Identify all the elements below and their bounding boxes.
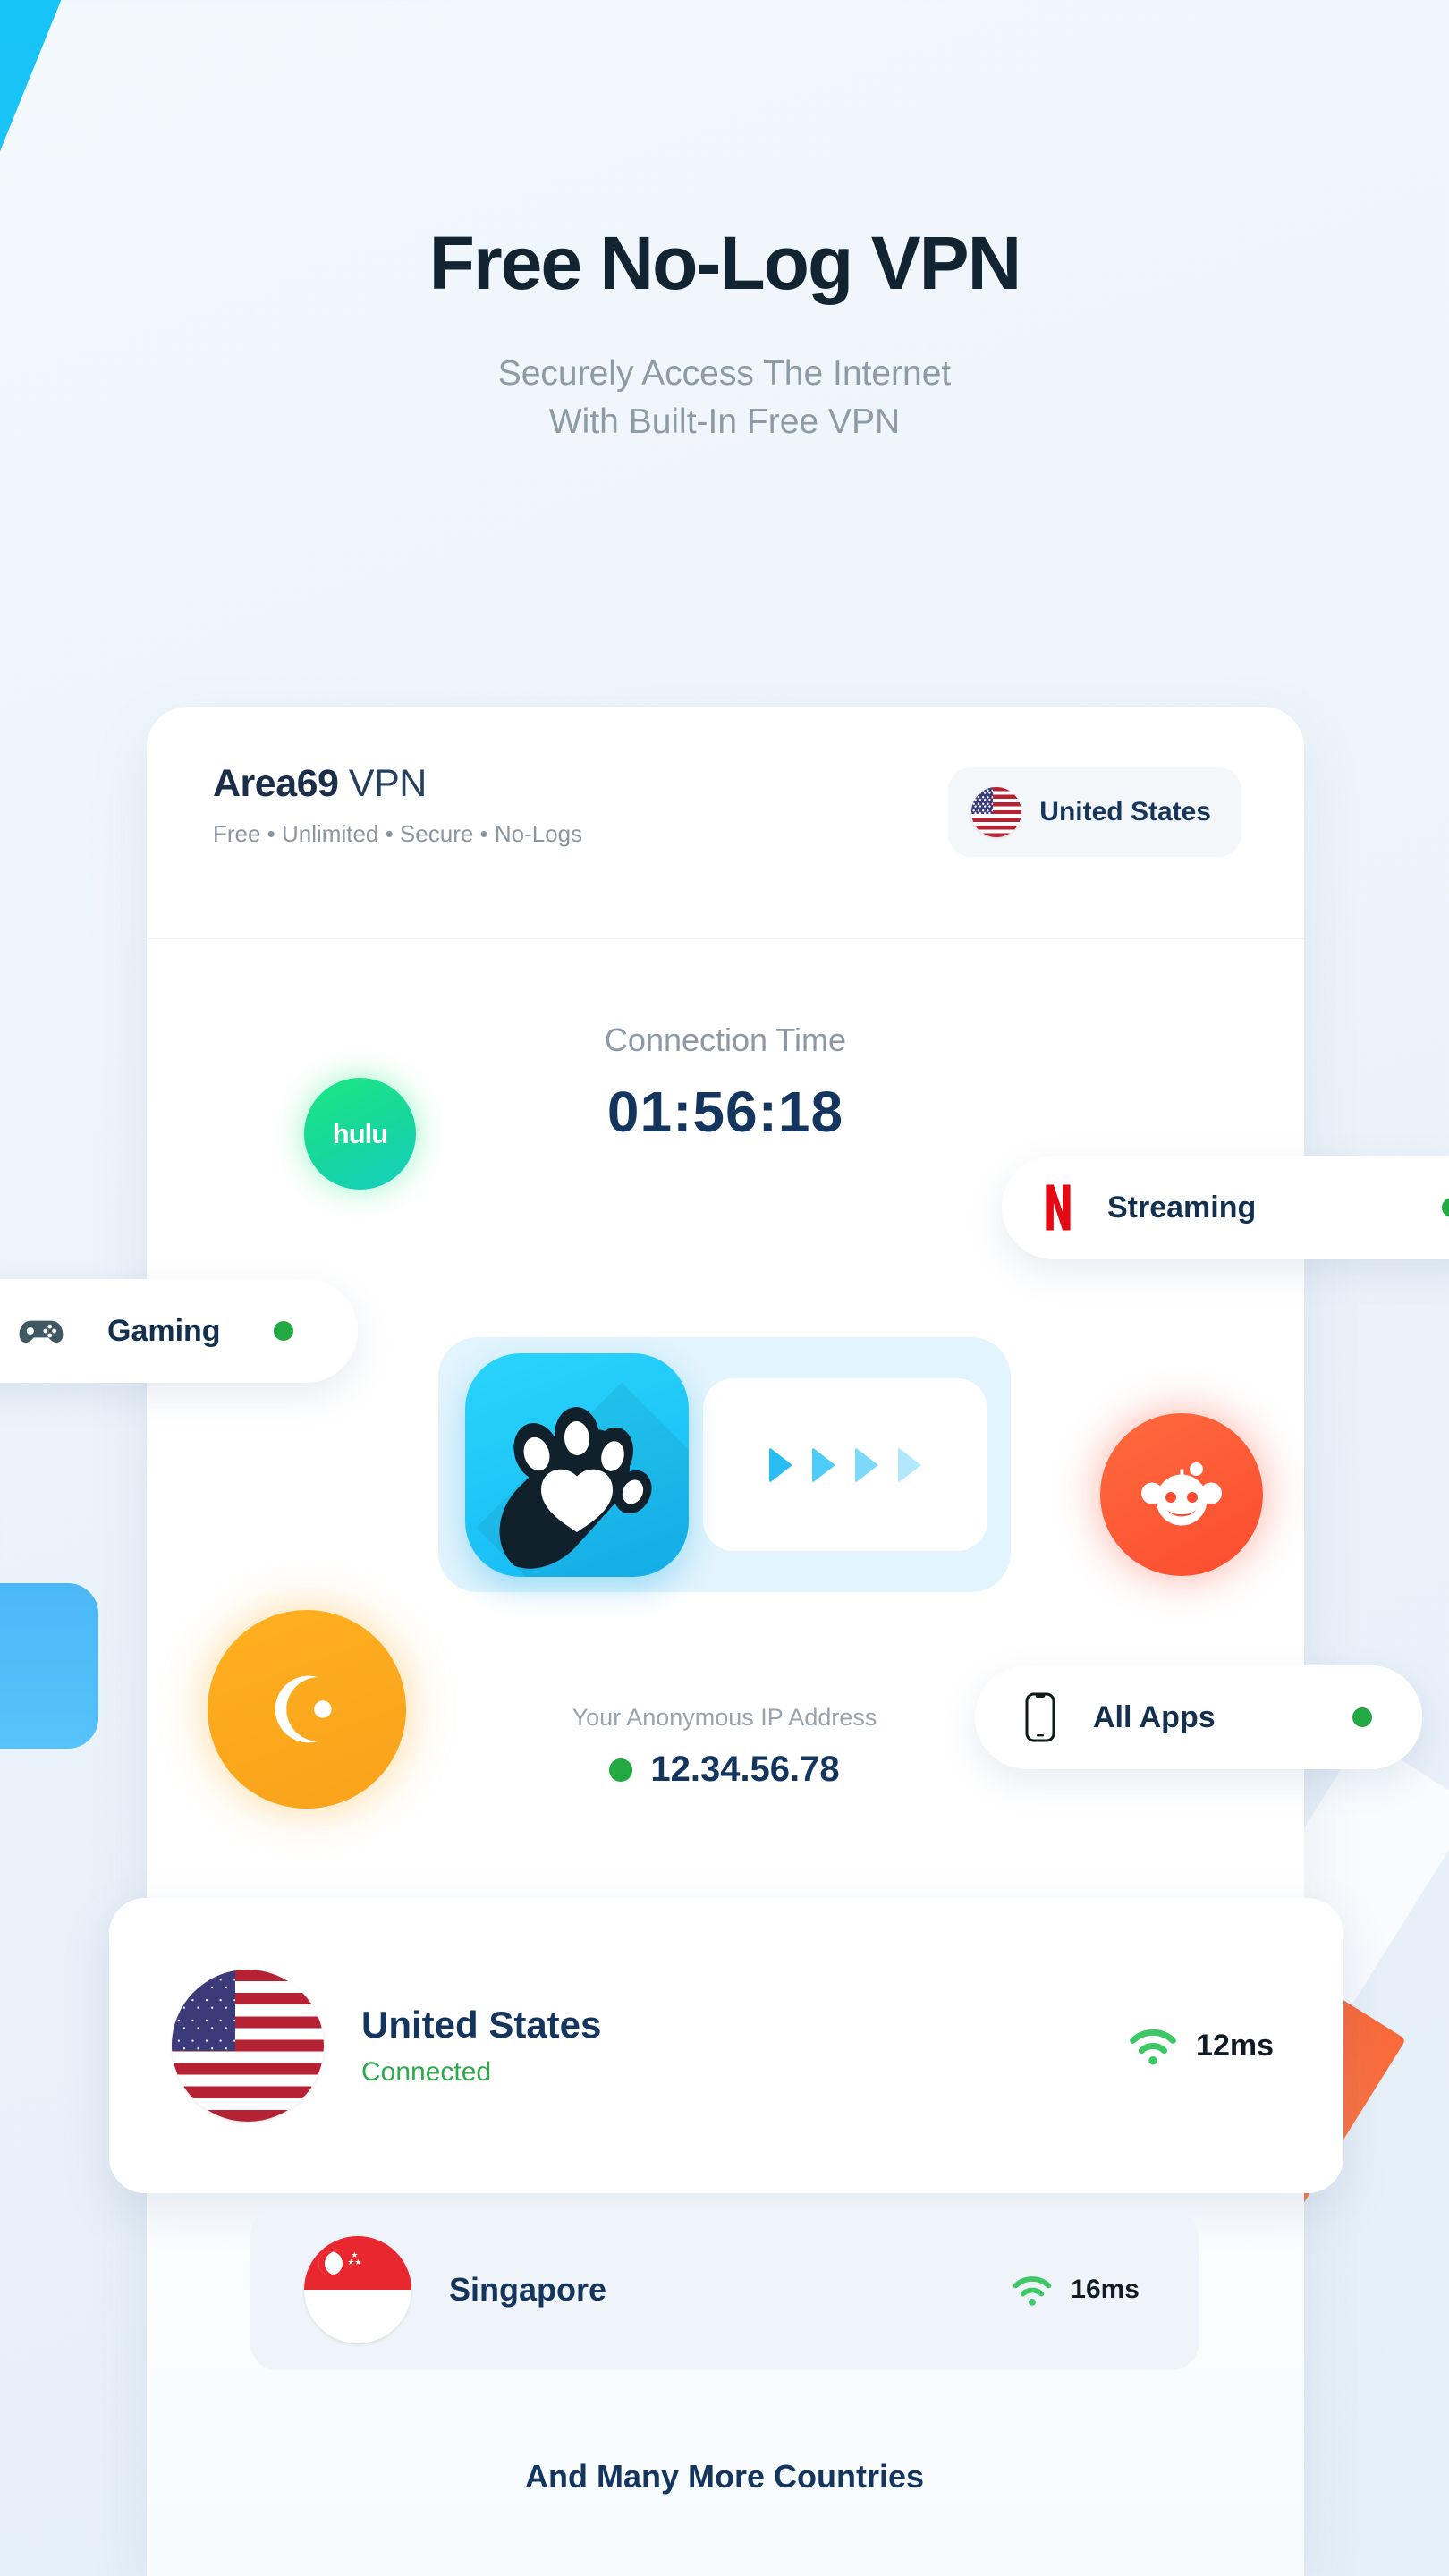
page-subtitle-line-2: With Built-In Free VPN: [548, 402, 901, 441]
hero-section: Free No-Log VPN Securely Access The Inte…: [0, 0, 1449, 446]
page-subtitle: Securely Access The Internet With Built-…: [0, 350, 1449, 446]
server-status: Connected: [361, 2057, 492, 2087]
us-flag-icon: [971, 787, 1022, 837]
brand-title: Area69 VPN: [213, 762, 582, 806]
page-title: Free No-Log VPN: [428, 221, 1022, 305]
wifi-icon: [1130, 2029, 1176, 2065]
brand-tagline: Free • Unlimited • Secure • No-Logs: [213, 820, 583, 847]
pill-streaming[interactable]: Streaming: [1002, 1156, 1449, 1259]
hulu-label: hulu: [332, 1117, 388, 1149]
server-ping-block: 12ms: [1128, 2025, 1274, 2066]
play-arrow-icon-1: [769, 1446, 792, 1483]
brand-block: Area69 VPN Free • Unlimited • Secure • N…: [213, 762, 582, 848]
server-name: Singapore: [449, 2271, 607, 2308]
us-flag-icon: [172, 1970, 324, 2122]
anonymous-ip-label: Your Anonymous IP Address: [572, 1704, 877, 1731]
wifi-icon: [1013, 2276, 1052, 2306]
server-text-block: United States Connected: [361, 2004, 1128, 2088]
server-row-singapore[interactable]: ★ ★★ Singapore 16ms: [250, 2209, 1199, 2370]
anonymous-ip-row: 12.34.56.78: [0, 1750, 1449, 1790]
vpn-app-widget[interactable]: [438, 1337, 1011, 1592]
server-row-united-states[interactable]: United States Connected 12ms: [109, 1898, 1343, 2193]
country-selector-pill[interactable]: United States: [948, 767, 1241, 857]
gamepad-icon: [19, 1320, 64, 1343]
page-subtitle-line-1: Securely Access The Internet: [497, 354, 952, 393]
anonymous-ip-block: Your Anonymous IP Address 12.34.56.78: [0, 1704, 1449, 1790]
paw-app-icon[interactable]: [465, 1352, 689, 1577]
ip-status-dot: [609, 1758, 633, 1782]
connection-time-label: Connection Time: [604, 1021, 847, 1058]
server-ping-value: 12ms: [1196, 2028, 1274, 2063]
brand-suffix: VPN: [348, 762, 427, 805]
brand-name: Area69: [213, 762, 339, 805]
app-card-header: Area69 VPN Free • Unlimited • Secure • N…: [147, 707, 1304, 939]
netflix-icon: [1046, 1184, 1071, 1231]
reddit-badge-icon: [1100, 1413, 1263, 1576]
server-name: United States: [361, 2004, 602, 2046]
pill-streaming-status-dot: [1442, 1198, 1449, 1217]
widget-progress-panel: [703, 1378, 987, 1551]
footer-note: And Many More Countries: [524, 2458, 925, 2495]
pill-gaming-status-dot: [274, 1321, 293, 1341]
pill-gaming-label: Gaming: [107, 1313, 221, 1348]
pill-streaming-label: Streaming: [1107, 1190, 1257, 1224]
play-arrow-icon-2: [812, 1446, 835, 1483]
server-ping-block: 16ms: [1012, 2273, 1140, 2307]
anonymous-ip-value: 12.34.56.78: [650, 1750, 840, 1789]
pill-gaming[interactable]: Gaming: [0, 1279, 358, 1383]
sg-flag-icon: ★ ★★: [304, 2236, 411, 2343]
play-arrow-icon-4: [898, 1446, 921, 1483]
play-arrow-icon-3: [855, 1446, 878, 1483]
hulu-badge-icon: hulu: [304, 1078, 416, 1190]
server-ping-value: 16ms: [1071, 2275, 1140, 2304]
country-selector-label: United States: [1039, 797, 1211, 826]
